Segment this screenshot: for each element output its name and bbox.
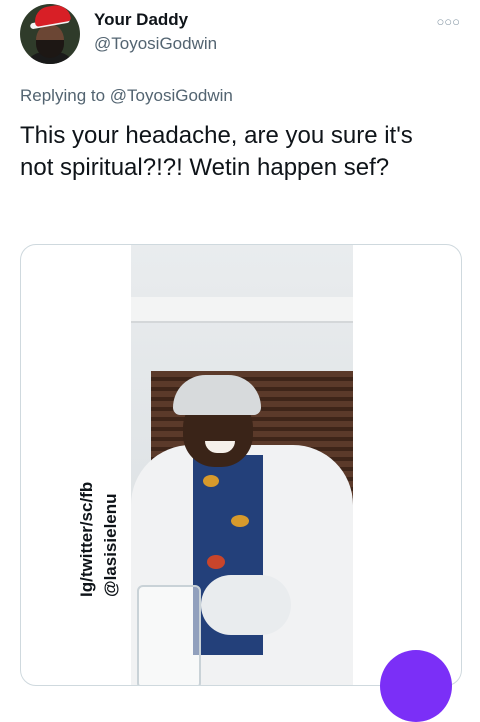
media-watermark: Ig/twitter/sc/fb @lasisielenu: [75, 482, 123, 597]
floating-action-button[interactable]: [380, 650, 452, 722]
author-name[interactable]: Your Daddy: [94, 10, 188, 30]
author-handle[interactable]: @ToyosiGodwin: [94, 34, 217, 54]
replying-mention[interactable]: @ToyosiGodwin: [110, 86, 233, 105]
watermark-line-2: @lasisielenu: [101, 493, 120, 597]
watermark-line-1: Ig/twitter/sc/fb: [77, 481, 96, 597]
replying-label: Replying to: [20, 86, 106, 105]
tweet-header: Your Daddy @ToyosiGodwin ○○○: [20, 4, 460, 68]
media-photo: [131, 245, 353, 685]
replying-to: Replying to @ToyosiGodwin: [20, 86, 233, 106]
tweet-media[interactable]: Ig/twitter/sc/fb @lasisielenu: [20, 244, 462, 686]
avatar[interactable]: [20, 4, 80, 64]
tweet-text: This your headache, are you sure it's no…: [20, 122, 413, 181]
more-dots-icon[interactable]: ○○○: [436, 14, 460, 29]
